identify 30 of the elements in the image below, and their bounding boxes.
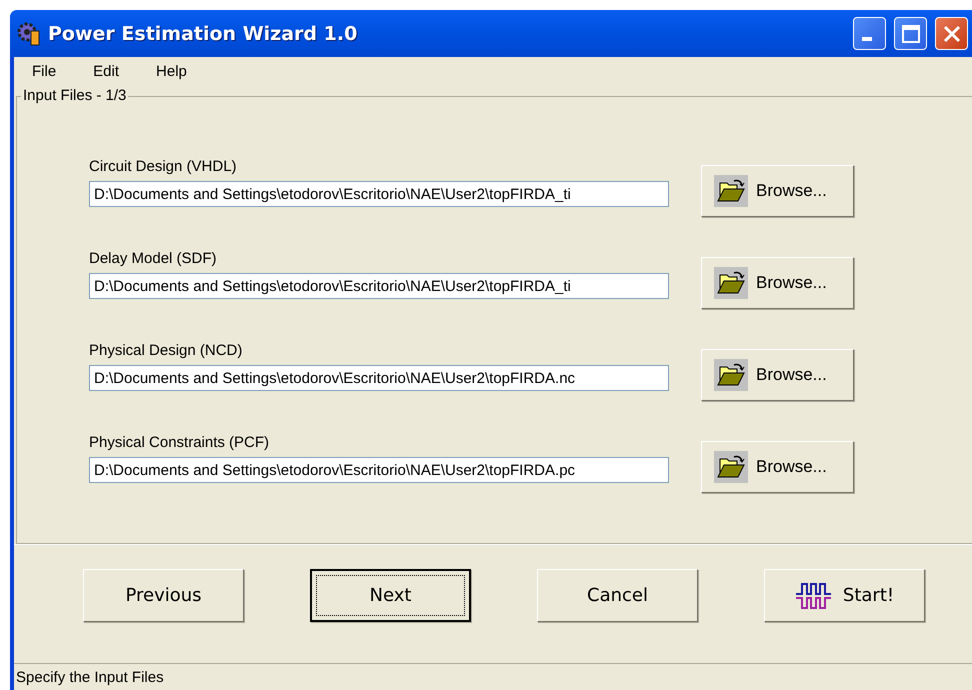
waveform-icon (794, 580, 833, 610)
wizard-button[interactable]: Start! (764, 569, 925, 622)
wizard-button[interactable]: Next (310, 569, 471, 622)
wizard-button[interactable]: Cancel (537, 569, 698, 622)
maximize-icon (900, 24, 920, 44)
browse-button[interactable]: Browse... (701, 165, 854, 217)
browse-button[interactable]: Browse... (701, 349, 854, 401)
status-bar: Specify the Input Files (14, 663, 972, 690)
browse-button[interactable]: Browse... (701, 441, 854, 493)
field-label: Delay Model (SDF) (89, 250, 218, 267)
menu-item[interactable]: File (32, 63, 56, 80)
browse-button[interactable]: Browse... (701, 257, 854, 309)
maximize-button[interactable] (894, 17, 927, 50)
path-field[interactable]: D:\Documents and Settings\etodorov\Escritorio\NAE\User2\topFIRDA_ti (89, 181, 669, 207)
menu-item[interactable]: Help (156, 63, 187, 80)
minimize-icon (862, 36, 872, 40)
window-title: Power Estimation Wizard 1.0 (48, 22, 358, 44)
group-title: Input Files - 1/3 (21, 87, 128, 104)
close-button[interactable] (935, 17, 968, 50)
minimize-button[interactable] (853, 17, 886, 50)
field-label: Circuit Design (VHDL) (89, 158, 238, 175)
wizard-button[interactable]: Previous (83, 569, 244, 622)
path-field[interactable]: D:\Documents and Settings\etodorov\Escritorio\NAE\User2\topFIRDA_ti (89, 273, 669, 299)
field-label: Physical Design (NCD) (89, 342, 244, 359)
gear-icon (16, 20, 42, 46)
close-icon (942, 24, 962, 44)
menu-item[interactable]: Edit (93, 63, 120, 80)
path-field[interactable]: D:\Documents and Settings\etodorov\Escritorio\NAE\User2\topFIRDA.nc (89, 365, 669, 391)
path-field[interactable]: D:\Documents and Settings\etodorov\Escritorio\NAE\User2\topFIRDA.pc (89, 457, 669, 483)
field-label: Physical Constraints (PCF) (89, 434, 270, 451)
